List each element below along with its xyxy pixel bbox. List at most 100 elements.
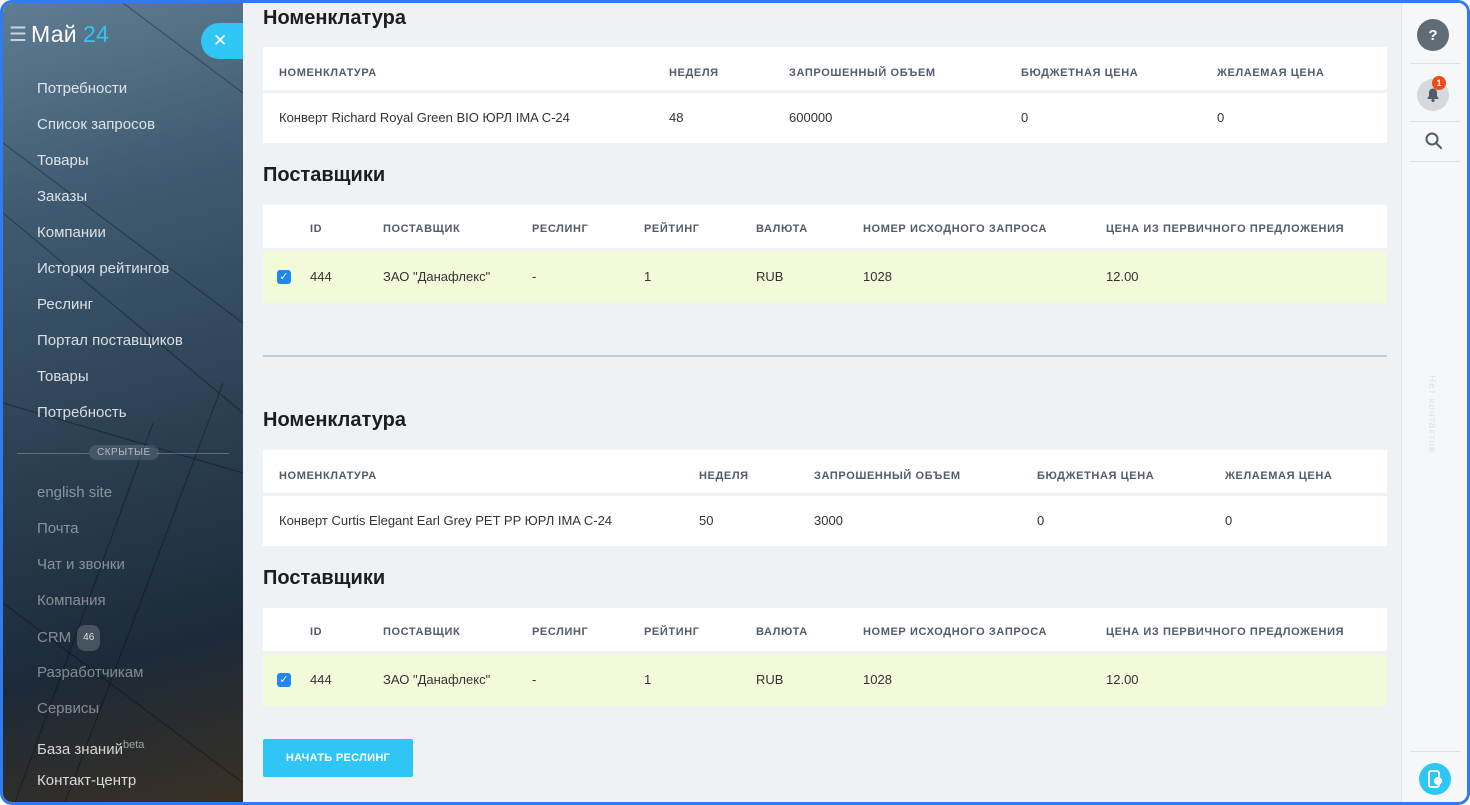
column-header[interactable]: ПОСТАВЩИК — [383, 626, 460, 638]
column-header[interactable]: ВАЛЮТА — [756, 223, 808, 235]
column-header[interactable]: РЕЙТИНГ — [644, 223, 700, 235]
sidebar-item[interactable]: Контакт-центр — [37, 769, 227, 802]
cell-initial-price: 12.00 — [1106, 269, 1139, 284]
beta-label: beta — [122, 739, 145, 751]
table-header: НОМЕНКЛАТУРА НЕДЕЛЯ ЗАПРОШЕННЫЙ ОБЪЕМ БЮ… — [263, 47, 1387, 93]
cell-budget-price: 0 — [1021, 110, 1029, 125]
block-divider — [263, 355, 1387, 357]
cell-desired-price: 0 — [1217, 110, 1225, 125]
phone-shape — [1428, 770, 1442, 788]
column-header[interactable]: БЮДЖЕТНАЯ ЦЕНА — [1021, 67, 1138, 79]
sidebar-item[interactable]: Реслинг — [37, 293, 227, 329]
sidebar-item-crm[interactable]: CRM 46 — [37, 625, 227, 661]
suppliers-title: Поставщики — [263, 164, 386, 186]
crm-count-badge: 46 — [77, 625, 101, 651]
rail-separator — [1410, 161, 1460, 162]
sidebar-item[interactable]: Почта — [37, 517, 227, 553]
sidebar-hidden-menu: english site Почта Чат и звонки Компания… — [37, 481, 227, 802]
cell-id: 444 — [310, 672, 332, 687]
column-header[interactable]: ЖЕЛАЕМАЯ ЦЕНА — [1217, 67, 1324, 79]
sidebar-item-label: База знаний — [37, 741, 123, 758]
cell-nomenclature: Конверт Curtis Elegant Earl Grey PET PP … — [279, 513, 613, 528]
menu-icon[interactable]: ☰ — [9, 22, 31, 47]
column-header[interactable]: ЖЕЛАЕМАЯ ЦЕНА — [1225, 470, 1332, 482]
nomenclature-title: Номенклатура — [263, 7, 406, 29]
column-header[interactable]: ВАЛЮТА — [756, 626, 808, 638]
cell-currency: RUB — [756, 269, 784, 284]
cell-id: 444 — [310, 269, 332, 284]
sidebar: ☰ Май 24 ✕ Потребности Список запросов То… — [3, 3, 243, 802]
table-row: Конверт Curtis Elegant Earl Grey PET PP … — [263, 496, 1387, 544]
rail-separator — [1410, 751, 1460, 752]
logo[interactable]: ☰ Май 24 — [9, 21, 109, 48]
sidebar-item[interactable]: Заказы — [37, 185, 227, 221]
suppliers-table: ID ПОСТАВЩИК РЕСЛИНГ РЕЙТИНГ ВАЛЮТА НОМЕ… — [263, 608, 1387, 706]
column-header[interactable]: НЕДЕЛЯ — [669, 67, 719, 79]
column-header[interactable]: РЕЙТИНГ — [644, 626, 700, 638]
sidebar-item[interactable]: Сервисы — [37, 697, 227, 733]
sidebar-item[interactable]: english site — [37, 481, 227, 517]
cell-initial-price: 12.00 — [1106, 672, 1139, 687]
table-row[interactable]: ✓ 444 ЗАО "Данафлекс" - 1 RUB 1028 12.00 — [263, 251, 1387, 303]
nomenclature-table: НОМЕНКЛАТУРА НЕДЕЛЯ ЗАПРОШЕННЫЙ ОБЪЕМ БЮ… — [263, 47, 1387, 143]
column-header[interactable]: ЦЕНА ИЗ ПЕРВИЧНОГО ПРЕДЛОЖЕНИЯ — [1106, 626, 1344, 638]
column-header[interactable]: БЮДЖЕТНАЯ ЦЕНА — [1037, 470, 1154, 482]
cell-currency: RUB — [756, 672, 784, 687]
column-header[interactable]: РЕСЛИНГ — [532, 223, 588, 235]
column-header[interactable]: ID — [310, 626, 322, 638]
sidebar-item[interactable]: Портал поставщиков — [37, 329, 227, 365]
cell-wrestling: - — [532, 269, 537, 284]
sidebar-item[interactable]: Потребности — [37, 77, 227, 113]
sidebar-item-knowledge-base[interactable]: База знанийbeta — [37, 733, 227, 769]
hidden-badge[interactable]: СКРЫТЫЕ — [89, 445, 159, 460]
search-shape — [1425, 132, 1442, 149]
search-icon[interactable] — [1424, 131, 1444, 151]
close-icon: ✕ — [213, 31, 228, 50]
sidebar-item[interactable]: Товары — [37, 149, 227, 185]
rail-separator — [1410, 121, 1460, 122]
sidebar-item[interactable]: Список запросов — [37, 113, 227, 149]
column-header[interactable]: НОМЕНКЛАТУРА — [279, 67, 377, 79]
column-header[interactable]: НОМЕР ИСХОДНОГО ЗАПРОСА — [863, 223, 1047, 235]
column-header[interactable]: ПОСТАВЩИК — [383, 223, 460, 235]
phone-icon[interactable] — [1419, 763, 1451, 795]
nomenclature-title: Номенклатура — [263, 409, 406, 431]
main-content: Номенклатура НОМЕНКЛАТУРА НЕДЕЛЯ ЗАПРОШЕ… — [243, 3, 1407, 802]
start-wrestling-button[interactable]: НАЧАТЬ РЕСЛИНГ — [263, 739, 413, 777]
column-header[interactable]: ID — [310, 223, 322, 235]
checkbox-checked-icon[interactable]: ✓ — [277, 270, 291, 284]
cell-budget-price: 0 — [1037, 513, 1045, 528]
brand-name: Май 24 — [31, 21, 110, 47]
column-header[interactable]: НЕДЕЛЯ — [699, 470, 749, 482]
suppliers-table: ID ПОСТАВЩИК РЕСЛИНГ РЕЙТИНГ ВАЛЮТА НОМЕ… — [263, 205, 1387, 303]
cell-nomenclature: Конверт Richard Royal Green BIO ЮРЛ IMA … — [279, 110, 570, 125]
column-header[interactable]: ЗАПРОШЕННЫЙ ОБЪЕМ — [789, 67, 936, 79]
sidebar-item[interactable]: Компания — [37, 589, 227, 625]
cell-supplier: ЗАО "Данафлекс" — [383, 269, 491, 284]
checkbox-checked-icon[interactable]: ✓ — [277, 673, 291, 687]
sidebar-item[interactable]: Чат и звонки — [37, 553, 227, 589]
hidden-items-separator: СКРЫТЫЕ — [17, 445, 229, 461]
separator-line — [157, 453, 229, 454]
column-header[interactable]: РЕСЛИНГ — [532, 626, 588, 638]
sidebar-item[interactable]: История рейтингов — [37, 257, 227, 293]
column-header[interactable]: НОМЕНКЛАТУРА — [279, 470, 377, 482]
column-header[interactable]: ЦЕНА ИЗ ПЕРВИЧНОГО ПРЕДЛОЖЕНИЯ — [1106, 223, 1344, 235]
column-header[interactable]: ЗАПРОШЕННЫЙ ОБЪЕМ — [814, 470, 961, 482]
sidebar-item[interactable]: Товары — [37, 365, 227, 401]
column-header[interactable]: НОМЕР ИСХОДНОГО ЗАПРОСА — [863, 626, 1047, 638]
table-header: ID ПОСТАВЩИК РЕСЛИНГ РЕЙТИНГ ВАЛЮТА НОМЕ… — [263, 608, 1387, 654]
right-rail: ? 1 Нет контактов — [1401, 3, 1467, 802]
sidebar-item[interactable]: Потребность — [37, 401, 227, 437]
close-sidebar-button[interactable]: ✕ — [201, 23, 243, 59]
sidebar-item[interactable]: Компании — [37, 221, 227, 257]
sidebar-item[interactable]: Разработчикам — [37, 661, 227, 697]
cell-rating: 1 — [644, 269, 652, 284]
table-row[interactable]: ✓ 444 ЗАО "Данафлекс" - 1 RUB 1028 12.00 — [263, 654, 1387, 706]
app-window: ☰ Май 24 ✕ Потребности Список запросов То… — [0, 0, 1470, 805]
no-contacts-label: Нет контактов — [1426, 375, 1437, 454]
cell-volume: 3000 — [814, 513, 843, 528]
help-icon[interactable]: ? — [1417, 19, 1449, 51]
cell-request-number: 1028 — [863, 269, 892, 284]
cell-volume: 600000 — [789, 110, 833, 125]
